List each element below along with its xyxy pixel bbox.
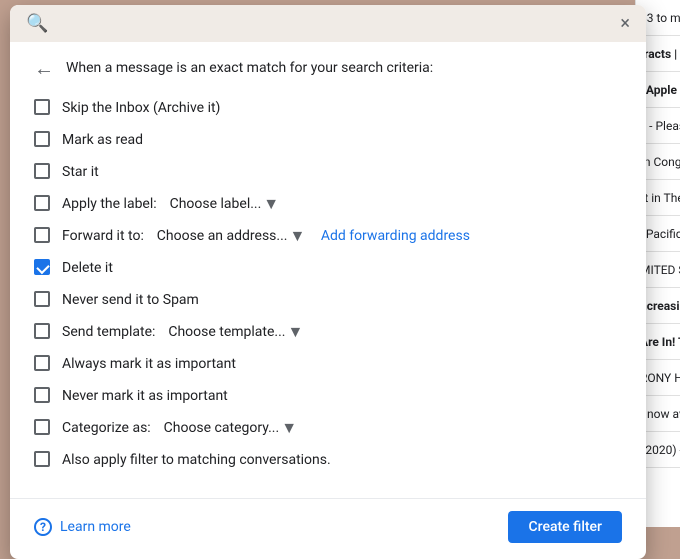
filter-row-mark-read: Mark as read bbox=[34, 126, 622, 154]
label-also-apply: Also apply filter to matching conversati… bbox=[62, 452, 331, 468]
filter-row-apply-label: Apply the label: Choose label... ▼ bbox=[34, 190, 622, 218]
checkbox-star[interactable] bbox=[34, 163, 50, 179]
filter-row-never-important: Never mark it as important bbox=[34, 382, 622, 410]
checkbox-apply-label[interactable] bbox=[34, 195, 50, 211]
create-filter-button[interactable]: Create filter bbox=[508, 511, 622, 543]
label-always-important: Always mark it as important bbox=[62, 356, 236, 372]
learn-more-label: Learn more bbox=[60, 519, 131, 535]
filter-row-never-spam: Never send it to Spam bbox=[34, 286, 622, 314]
label-never-important: Never mark it as important bbox=[62, 388, 228, 404]
add-forwarding-link[interactable]: Add forwarding address bbox=[321, 228, 470, 244]
checkbox-mark-read[interactable] bbox=[34, 131, 50, 147]
checkbox-categorize[interactable] bbox=[34, 419, 50, 435]
label-apply-label: Apply the label: Choose label... ▼ bbox=[62, 194, 279, 214]
filter-row-categorize: Categorize as: Choose category... ▼ bbox=[34, 414, 622, 442]
filter-row-delete: Delete it bbox=[34, 254, 622, 282]
filter-row-forward: Forward it to: Choose an address... ▼ Ad… bbox=[34, 222, 622, 250]
label-categorize: Categorize as: Choose category... ▼ bbox=[62, 418, 297, 438]
dialog-header: ← When a message is an exact match for y… bbox=[34, 58, 622, 78]
checkbox-also-apply[interactable] bbox=[34, 451, 50, 467]
choose-address-dropdown[interactable]: Choose an address... ▼ bbox=[157, 226, 306, 246]
choose-template-text: Choose template... bbox=[168, 324, 285, 340]
checkbox-forward[interactable] bbox=[34, 227, 50, 243]
checkbox-send-template[interactable] bbox=[34, 323, 50, 339]
filter-dialog: 🔍 older_than:90d × ← When a message is a… bbox=[10, 5, 646, 559]
choose-label-dropdown[interactable]: Choose label... ▼ bbox=[170, 194, 280, 214]
choose-label-text: Choose label... bbox=[170, 196, 262, 212]
dialog-footer: ? Learn more Create filter bbox=[10, 498, 646, 559]
checkbox-always-important[interactable] bbox=[34, 355, 50, 371]
dropdown-arrow-label: ▼ bbox=[263, 194, 279, 214]
dropdown-arrow-category: ▼ bbox=[281, 418, 297, 438]
dropdown-arrow-address: ▼ bbox=[289, 226, 305, 246]
filter-row-send-template: Send template: Choose template... ▼ bbox=[34, 318, 622, 346]
search-icon: 🔍 bbox=[26, 13, 48, 34]
help-icon: ? bbox=[34, 518, 52, 536]
learn-more-link[interactable]: ? Learn more bbox=[34, 518, 131, 536]
filter-row-always-important: Always mark it as important bbox=[34, 350, 622, 378]
filter-row-skip-inbox: Skip the Inbox (Archive it) bbox=[34, 94, 622, 122]
choose-address-text: Choose an address... bbox=[157, 228, 288, 244]
choose-category-text: Choose category... bbox=[164, 420, 280, 436]
filter-options-list: Skip the Inbox (Archive it) Mark as read… bbox=[34, 94, 622, 474]
dropdown-arrow-template: ▼ bbox=[288, 322, 304, 342]
label-mark-read: Mark as read bbox=[62, 132, 143, 148]
label-star: Star it bbox=[62, 164, 99, 180]
label-skip-inbox: Skip the Inbox (Archive it) bbox=[62, 100, 220, 116]
checkbox-never-spam[interactable] bbox=[34, 291, 50, 307]
search-bar: 🔍 older_than:90d × bbox=[10, 5, 646, 42]
checkbox-never-important[interactable] bbox=[34, 387, 50, 403]
back-button[interactable]: ← bbox=[34, 58, 54, 78]
label-send-template: Send template: Choose template... ▼ bbox=[62, 322, 303, 342]
choose-template-dropdown[interactable]: Choose template... ▼ bbox=[168, 322, 303, 342]
label-forward: Forward it to: Choose an address... ▼ Ad… bbox=[62, 226, 470, 246]
filter-row-also-apply: Also apply filter to matching conversati… bbox=[34, 446, 622, 474]
dialog-title: When a message is an exact match for you… bbox=[66, 60, 433, 76]
search-input[interactable]: older_than:90d bbox=[60, 14, 608, 33]
dialog-body: ← When a message is an exact match for y… bbox=[10, 42, 646, 490]
choose-category-dropdown[interactable]: Choose category... ▼ bbox=[164, 418, 297, 438]
close-icon[interactable]: × bbox=[620, 13, 630, 34]
label-delete: Delete it bbox=[62, 260, 113, 276]
filter-row-star: Star it bbox=[34, 158, 622, 186]
checkbox-skip-inbox[interactable] bbox=[34, 99, 50, 115]
checkbox-delete[interactable] bbox=[34, 259, 50, 275]
label-never-spam: Never send it to Spam bbox=[62, 292, 199, 308]
